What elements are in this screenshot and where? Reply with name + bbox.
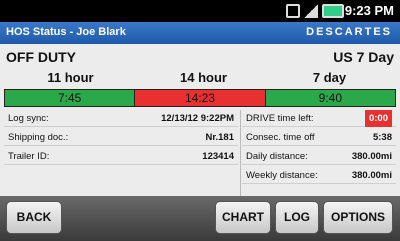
status-icons bbox=[286, 4, 344, 18]
drive-time-alert-value: 0:00 bbox=[364, 110, 392, 127]
options-button[interactable]: OPTIONS bbox=[323, 201, 393, 234]
clock-bars: 7:45 14:23 9:40 bbox=[4, 89, 396, 107]
clock-label-14-hour: 14 hour bbox=[180, 70, 227, 85]
usb-icon bbox=[286, 4, 300, 18]
signal-icon bbox=[304, 4, 318, 18]
brand-logo: DESCARTES bbox=[306, 26, 392, 38]
clock-label-7-day: 7 day bbox=[312, 70, 347, 85]
detail-label: Shipping doc.: bbox=[8, 132, 69, 143]
detail-label: Log sync: bbox=[8, 113, 49, 124]
back-button[interactable]: BACK bbox=[6, 201, 62, 234]
detail-value: 5:38 bbox=[372, 132, 392, 143]
detail-row-weekly-distance: Weekly distance: 380.00mi bbox=[242, 167, 396, 184]
log-button[interactable]: LOG bbox=[275, 201, 319, 234]
chart-button[interactable]: CHART bbox=[215, 201, 271, 234]
detail-row-trailer-id: Trailer ID: 123414 bbox=[4, 148, 238, 165]
detail-label: Trailer ID: bbox=[8, 151, 50, 162]
clock-label-11-hour: 11 hour bbox=[47, 70, 94, 85]
duty-status: OFF DUTY bbox=[6, 49, 76, 65]
detail-row-log-sync: Log sync: 12/13/12 9:22PM bbox=[4, 110, 238, 127]
detail-value: 12/13/12 9:22PM bbox=[161, 113, 234, 124]
detail-label: DRIVE time left: bbox=[246, 113, 314, 124]
detail-row-shipping-doc: Shipping doc.: Nr.181 bbox=[4, 129, 238, 146]
status-time: 9:23 PM bbox=[344, 3, 394, 18]
detail-value: 380.00mi bbox=[351, 151, 392, 162]
detail-label: Consec. time off bbox=[246, 132, 315, 143]
status-bar: 9:23 PM bbox=[0, 0, 400, 22]
detail-value: Nr.181 bbox=[205, 132, 234, 143]
detail-value: 380.00mi bbox=[351, 170, 392, 181]
clock-bar-7-day: 9:40 bbox=[264, 90, 395, 106]
hos-status-panel: OFF DUTY US 7 Day 11 hour 14 hour 7 day … bbox=[0, 44, 400, 196]
bottom-action-bar: BACK CHART LOG OPTIONS bbox=[0, 196, 400, 241]
cycle-rule: US 7 Day bbox=[333, 49, 394, 65]
detail-row-daily-distance: Daily distance: 380.00mi bbox=[242, 148, 396, 165]
clock-bar-14-hour: 14:23 bbox=[134, 90, 265, 106]
column-divider bbox=[240, 110, 241, 196]
detail-value: 123414 bbox=[202, 151, 234, 162]
clock-bar-11-hour: 7:45 bbox=[5, 90, 135, 106]
detail-label: Weekly distance: bbox=[246, 170, 318, 181]
detail-row-consec-time-off: Consec. time off 5:38 bbox=[242, 129, 396, 146]
detail-row-drive-time-left: DRIVE time left: 0:00 bbox=[242, 110, 396, 127]
battery-icon bbox=[322, 4, 344, 18]
app-title: HOS Status - Joe Blark bbox=[6, 26, 126, 38]
title-bar: HOS Status - Joe Blark DESCARTES bbox=[0, 22, 400, 44]
detail-label: Daily distance: bbox=[246, 151, 308, 162]
